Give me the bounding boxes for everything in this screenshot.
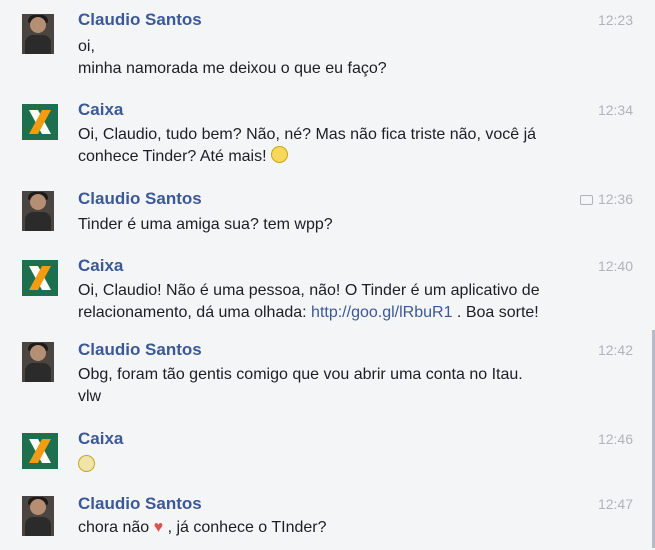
caixa-logo[interactable]: [22, 260, 58, 296]
sad-emoji: [78, 455, 95, 472]
message-line: oi,: [78, 38, 95, 55]
message-line: conhece Tinder? Até mais!: [78, 146, 598, 168]
caixa-x-icon: [22, 104, 58, 140]
message-text: Oi, Claudio! Não é uma pessoa, não! O Ti…: [78, 280, 598, 324]
message-line: Oi, Claudio! Não é uma pessoa, não! O Ti…: [78, 282, 540, 299]
caixa-logo[interactable]: [22, 104, 58, 140]
caixa-x-icon: [22, 433, 58, 469]
message-line: vlw: [78, 388, 102, 405]
sender-name[interactable]: Caixa: [78, 256, 123, 276]
message-time: 12:46: [597, 431, 633, 447]
sender-name[interactable]: Caixa: [78, 100, 123, 120]
message-text: Oi, Claudio, tudo bem? Não, né? Mas não …: [78, 124, 598, 168]
sender-name[interactable]: Claudio Santos: [78, 340, 202, 360]
message-text: Obg, foram tão gentis comigo que vou abr…: [78, 364, 598, 408]
message-time: 12:34: [597, 102, 633, 118]
smile-emoji: [271, 146, 289, 163]
claudio-avatar[interactable]: [22, 14, 54, 54]
message-line: relacionamento, dá uma olhada: http://go…: [78, 304, 539, 321]
message-text: oi, minha namorada me deixou o que eu fa…: [78, 36, 598, 80]
sender-name[interactable]: Claudio Santos: [78, 494, 202, 514]
message-text: chora não ♥ , já conhece o TInder?: [78, 517, 598, 539]
message-time: 12:23: [597, 12, 633, 28]
claudio-avatar[interactable]: [22, 496, 54, 536]
message-time: 12:36: [579, 191, 633, 207]
sender-name[interactable]: Claudio Santos: [78, 10, 202, 30]
message-line: Oi, Claudio, tudo bem? Não, né? Mas não …: [78, 126, 537, 143]
message-line: minha namorada me deixou o que eu faço?: [78, 60, 387, 77]
message-time: 12:42: [597, 342, 633, 358]
message-text: Tinder é uma amiga sua? tem wpp?: [78, 214, 598, 236]
heart-emoji: ♥: [153, 519, 164, 536]
claudio-avatar[interactable]: [22, 191, 54, 231]
message-line: Tinder é uma amiga sua? tem wpp?: [78, 216, 333, 233]
caixa-logo[interactable]: [22, 433, 58, 469]
message-line: chora não ♥ , já conhece o TInder?: [78, 519, 327, 536]
message-line: Obg, foram tão gentis comigo que vou abr…: [78, 366, 523, 383]
caixa-x-icon: [22, 260, 58, 296]
sender-name[interactable]: Caixa: [78, 429, 123, 449]
sender-name[interactable]: Claudio Santos: [78, 189, 202, 209]
claudio-avatar[interactable]: [22, 342, 54, 382]
tinder-link[interactable]: http://goo.gl/lRbuR1: [311, 304, 452, 321]
message-time: 12:47: [597, 496, 633, 512]
message-thread: Claudio Santos 12:23 oi, minha namorada …: [0, 0, 655, 550]
seen-icon: [579, 195, 593, 206]
message-text: [78, 455, 598, 477]
message-time: 12:40: [597, 258, 633, 274]
